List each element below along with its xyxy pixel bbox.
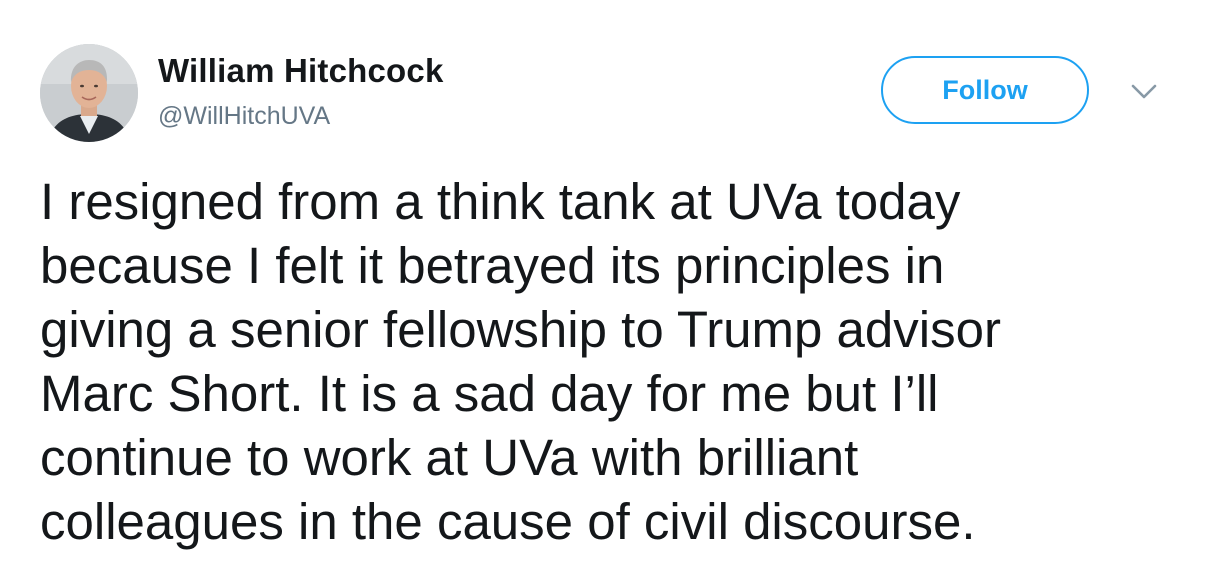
profile-photo-icon xyxy=(40,44,138,142)
tweet-text-line: colleagues in the cause of civil discour… xyxy=(40,493,976,550)
tweet-text-line: because I felt it betrayed its principle… xyxy=(40,237,945,294)
tweet-text: I resigned from a think tank at UVa toda… xyxy=(40,170,1190,554)
author-handle[interactable]: @WillHitchUVA xyxy=(158,102,330,131)
follow-button[interactable]: Follow xyxy=(881,56,1089,124)
tweet-text-line: continue to work at UVa with brilliant xyxy=(40,429,859,486)
tweet-text-line: Marc Short. It is a sad day for me but I… xyxy=(40,365,939,422)
tweet-text-line: giving a senior fellowship to Trump advi… xyxy=(40,301,1001,358)
avatar[interactable] xyxy=(40,44,138,142)
chevron-down-icon[interactable] xyxy=(1128,80,1160,104)
tweet-card: William Hitchcock @WillHitchUVA Follow I… xyxy=(0,0,1216,564)
tweet-text-line: I resigned from a think tank at UVa toda… xyxy=(40,173,961,230)
author-name[interactable]: William Hitchcock xyxy=(158,52,444,90)
